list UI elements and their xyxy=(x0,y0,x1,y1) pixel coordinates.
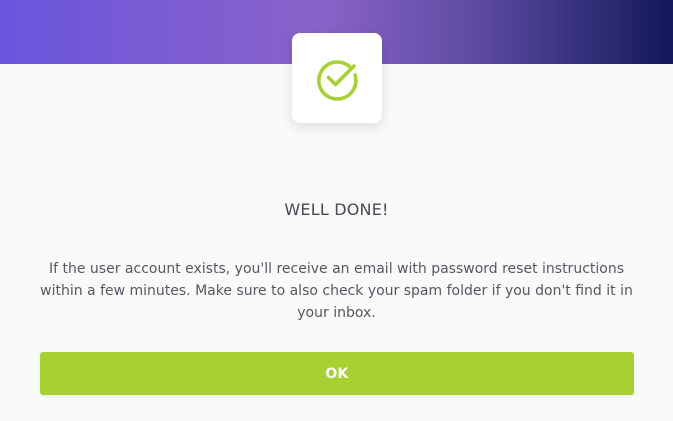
dialog-message: If the user account exists, you'll recei… xyxy=(40,261,633,321)
check-circle-icon xyxy=(317,60,358,101)
ok-button[interactable]: OK xyxy=(40,352,634,395)
dialog-title: WELL DONE! xyxy=(284,200,389,219)
icon-card xyxy=(292,33,382,123)
success-dialog: WELL DONE! If the user account exists, y… xyxy=(0,0,673,421)
